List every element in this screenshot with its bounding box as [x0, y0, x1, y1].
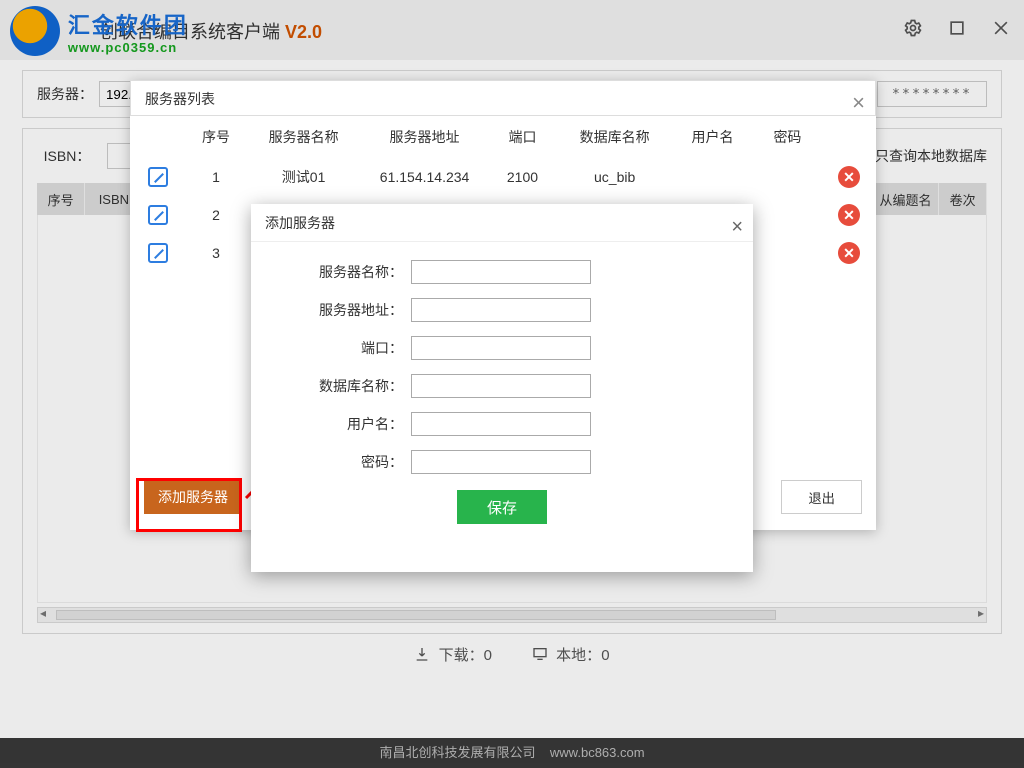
delete-icon[interactable]: ✕: [838, 204, 860, 226]
label-server-port: 端口：: [281, 338, 411, 358]
edit-icon[interactable]: [148, 243, 168, 263]
input-username[interactable]: [411, 412, 591, 436]
exit-button[interactable]: 退出: [781, 480, 862, 514]
input-db-name[interactable]: [411, 374, 591, 398]
edit-icon[interactable]: [148, 167, 168, 187]
input-server-addr[interactable]: [411, 298, 591, 322]
label-server-name: 服务器名称：: [281, 262, 411, 282]
close-server-list-icon[interactable]: ×: [852, 85, 865, 121]
label-db-name: 数据库名称：: [281, 376, 411, 396]
server-list-title: 服务器列表: [145, 91, 215, 107]
input-password[interactable]: [411, 450, 591, 474]
input-server-name[interactable]: [411, 260, 591, 284]
server-row[interactable]: 1 测试01 61.154.14.234 2100 uc_bib ✕: [130, 158, 876, 196]
close-add-modal-icon[interactable]: ×: [731, 208, 743, 246]
delete-icon[interactable]: ✕: [838, 166, 860, 188]
edit-icon[interactable]: [148, 205, 168, 225]
label-server-addr: 服务器地址：: [281, 300, 411, 320]
delete-icon[interactable]: ✕: [838, 242, 860, 264]
server-list-header: 序号 服务器名称 服务器地址 端口 数据库名称 用户名 密码: [130, 116, 876, 158]
save-button[interactable]: 保存: [457, 490, 547, 524]
add-server-title: 添加服务器: [265, 215, 335, 231]
input-server-port[interactable]: [411, 336, 591, 360]
label-username: 用户名：: [281, 414, 411, 434]
add-server-button[interactable]: 添加服务器: [144, 480, 242, 514]
label-password: 密码：: [281, 452, 411, 472]
add-server-modal: 添加服务器 × 服务器名称： 服务器地址： 端口： 数据库名称： 用户名： 密码…: [251, 204, 753, 572]
